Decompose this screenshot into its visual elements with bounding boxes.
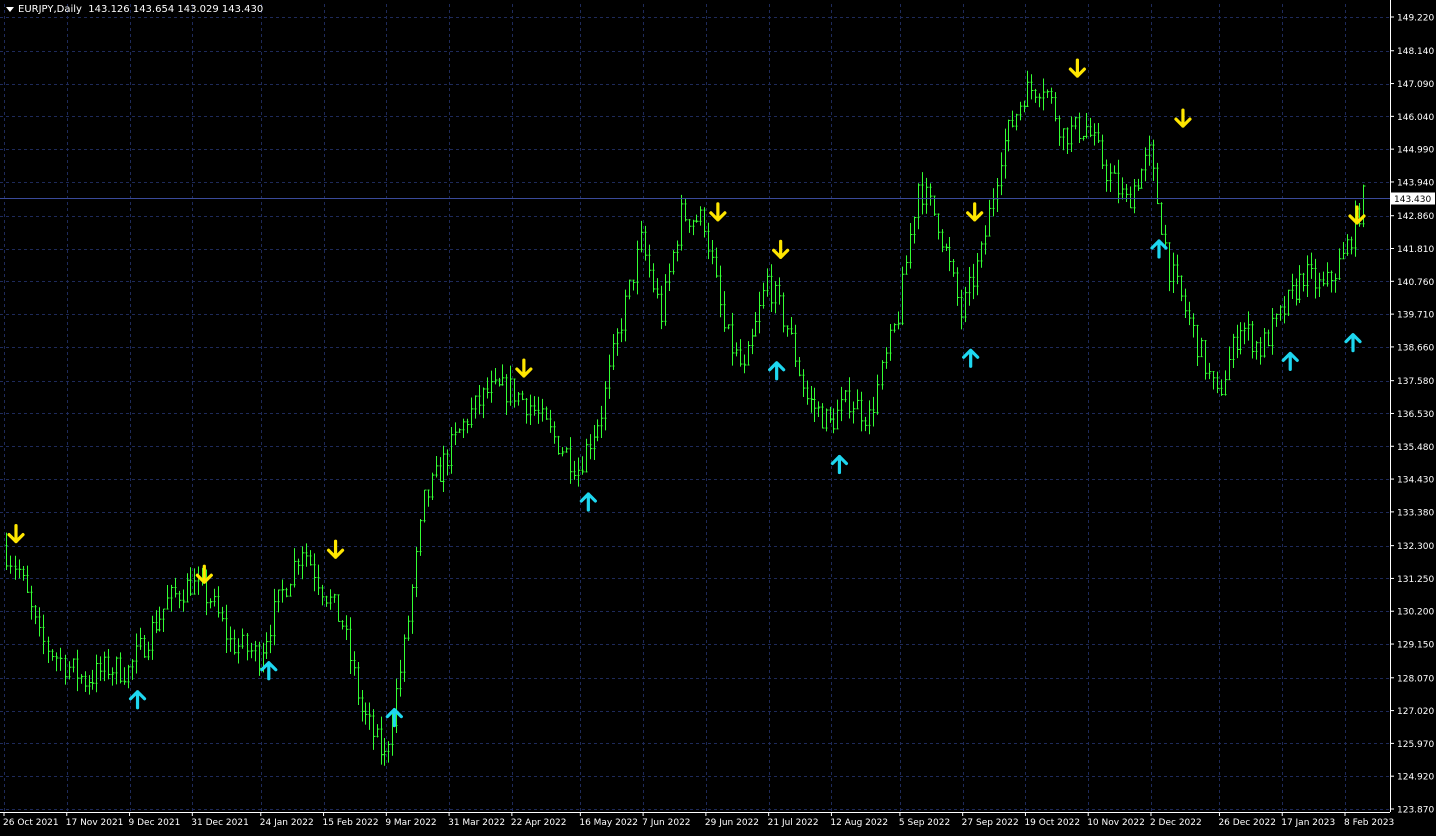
y-tick-label: 139.710: [1397, 311, 1434, 321]
x-tick-label: 17 Jan 2023: [1281, 818, 1335, 828]
y-tick-label: 134.430: [1397, 476, 1434, 486]
y-tick-label: 128.070: [1397, 674, 1434, 684]
y-tick-label: 149.220: [1397, 14, 1434, 24]
x-tick-label: 10 Nov 2022: [1087, 818, 1145, 828]
y-tick-label: 130.200: [1397, 608, 1434, 618]
x-tick-label: 19 Oct 2022: [1024, 818, 1080, 828]
x-tick-label: 24 Jan 2022: [260, 818, 314, 828]
y-tick-label: 138.660: [1397, 343, 1434, 353]
x-tick-label: 7 Jun 2022: [642, 818, 690, 828]
x-tick-label: 2 Dec 2022: [1150, 818, 1202, 828]
y-tick-label: 144.990: [1397, 146, 1434, 156]
y-tick-label: 133.380: [1397, 508, 1434, 518]
price-chart[interactable]: 149.220 148.140 147.090 146.040 144.990 143.9…: [0, 0, 1436, 832]
chart-header: EURJPY,Daily 143.126 143.654 143.029 143…: [6, 4, 263, 15]
x-tick-label: 26 Oct 2021: [3, 818, 59, 828]
ohlc-readout: 143.126 143.654 143.029 143.430: [88, 4, 264, 15]
y-tick-label: 125.970: [1397, 740, 1434, 750]
y-tick-label: 143.940: [1397, 178, 1434, 188]
symbol-label: EURJPY,Daily: [18, 4, 82, 15]
y-tick-label: 140.760: [1397, 278, 1434, 288]
x-tick-label: 31 Mar 2022: [448, 818, 505, 828]
y-tick-label: 129.150: [1397, 641, 1434, 651]
y-tick-label: 135.480: [1397, 443, 1434, 453]
x-tick-label: 8 Feb 2023: [1344, 818, 1394, 828]
chart-background: [0, 0, 1436, 832]
y-tick-label: 146.040: [1397, 113, 1434, 123]
chart-canvas[interactable]: 149.220 148.140 147.090 146.040 144.990 143.9…: [0, 0, 1436, 832]
x-tick-label: 26 Dec 2022: [1218, 818, 1276, 828]
y-tick-label: 127.020: [1397, 707, 1434, 717]
x-tick-label: 31 Dec 2021: [191, 818, 249, 828]
x-tick-label: 5 Sep 2022: [899, 818, 950, 828]
x-tick-label: 9 Mar 2022: [385, 818, 436, 828]
x-tick-label: 15 Feb 2022: [323, 818, 379, 828]
y-tick-label: 147.090: [1397, 80, 1434, 90]
x-tick-label: 16 May 2022: [579, 818, 638, 828]
y-tick-label: 131.250: [1397, 575, 1434, 585]
x-tick-label: 27 Sep 2022: [962, 818, 1019, 828]
y-tick-label: 132.300: [1397, 542, 1434, 552]
y-tick-label: 123.870: [1397, 806, 1434, 816]
y-tick-label: 141.810: [1397, 245, 1434, 255]
y-tick-label: 136.530: [1397, 410, 1434, 420]
current-price-label: 143.430: [1394, 195, 1431, 205]
y-tick-label: 142.860: [1397, 212, 1434, 222]
x-tick-label: 29 Jun 2022: [705, 818, 759, 828]
dropdown-triangle-icon[interactable]: [6, 6, 14, 12]
x-tick-label: 17 Nov 2021: [66, 818, 124, 828]
y-tick-label: 137.580: [1397, 377, 1434, 387]
y-tick-label: 148.140: [1397, 47, 1434, 57]
x-tick-label: 9 Dec 2021: [129, 818, 181, 828]
y-tick-label: 124.920: [1397, 773, 1434, 783]
x-tick-label: 12 Aug 2022: [830, 818, 888, 828]
x-tick-label: 21 Jul 2022: [768, 818, 819, 828]
x-tick-label: 22 Apr 2022: [511, 818, 567, 828]
